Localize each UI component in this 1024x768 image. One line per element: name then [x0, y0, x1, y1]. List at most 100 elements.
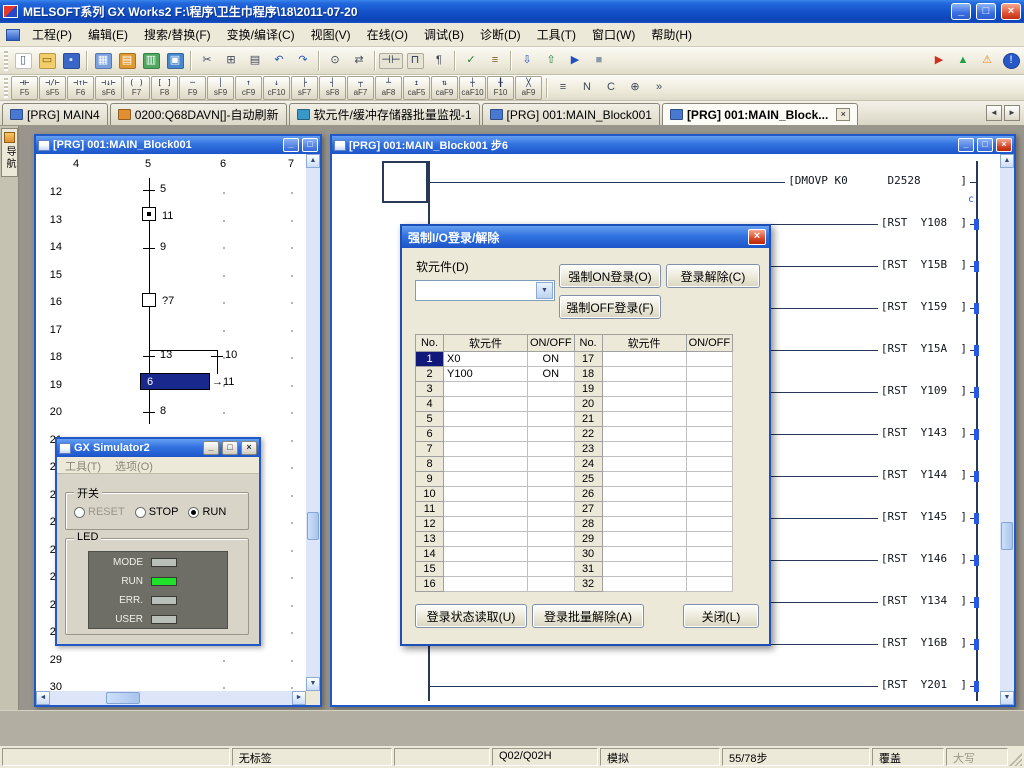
fio-onoff-cell[interactable]: [528, 472, 575, 487]
fio-device-cell[interactable]: [602, 472, 686, 487]
device-comment-button[interactable]: ¶: [427, 49, 451, 73]
fio-onoff-cell[interactable]: [686, 457, 733, 472]
fio-device-cell[interactable]: [602, 577, 686, 592]
document-tab-4[interactable]: [PRG] 001:MAIN_Block001: [482, 103, 660, 125]
ladder-key-sF8-button[interactable]: ┤sF8: [319, 76, 346, 100]
fio-row-number[interactable]: 4: [416, 397, 444, 412]
fio-row-number[interactable]: 3: [416, 382, 444, 397]
parameter-button[interactable]: ▤: [115, 49, 139, 73]
fio-onoff-cell[interactable]: [686, 472, 733, 487]
toolbar-grip[interactable]: [4, 51, 8, 71]
fio-device-cell[interactable]: [602, 352, 686, 367]
menu-convert-compile[interactable]: 变换/编译(C): [219, 23, 303, 46]
fio-row-number[interactable]: 12: [416, 517, 444, 532]
fio-device-cell[interactable]: [444, 562, 528, 577]
fio-onoff-cell[interactable]: [528, 427, 575, 442]
maximize-button[interactable]: □: [976, 3, 996, 20]
error-button[interactable]: ⚠: [975, 49, 999, 73]
vertical-scrollbar[interactable]: ▲▼: [306, 154, 320, 691]
menu-diagnostics[interactable]: 诊断(D): [472, 23, 529, 46]
document-tab-5[interactable]: [PRG] 001:MAIN_Block...×: [662, 103, 858, 125]
fio-row-number[interactable]: 22: [574, 427, 602, 442]
fio-onoff-cell[interactable]: [686, 547, 733, 562]
simulator-close-button[interactable]: ×: [241, 441, 257, 455]
menu-online[interactable]: 在线(O): [359, 23, 416, 46]
ladder-restore-button[interactable]: □: [977, 138, 993, 152]
fio-device-cell[interactable]: [602, 562, 686, 577]
instruction-y16b[interactable]: [RST Y16B ]: [878, 636, 970, 649]
find-button[interactable]: ⊙: [323, 49, 347, 73]
fio-row-number[interactable]: 13: [416, 532, 444, 547]
fio-onoff-cell[interactable]: [686, 382, 733, 397]
fio-device-cell[interactable]: [444, 397, 528, 412]
fio-row-number[interactable]: 31: [574, 562, 602, 577]
ladder-cursor-cell[interactable]: [382, 161, 428, 203]
ladder-key-sF6-button[interactable]: ⊣↓⊢sF6: [95, 76, 122, 100]
fio-row-number[interactable]: 9: [416, 472, 444, 487]
fio-device-cell[interactable]: X0: [444, 352, 528, 367]
force-on-register-button[interactable]: 强制ON登录(O): [559, 264, 661, 288]
read-register-status-button[interactable]: 登录状态读取(U): [415, 604, 527, 628]
horizontal-scrollbar[interactable]: ◄►: [36, 691, 306, 705]
menu-view[interactable]: 视图(V): [303, 23, 359, 46]
fio-onoff-cell[interactable]: [686, 562, 733, 577]
fio-onoff-cell[interactable]: [528, 502, 575, 517]
force-off-register-button[interactable]: 强制OFF登录(F): [559, 295, 661, 319]
dialog-close-action-button[interactable]: 关闭(L): [683, 604, 759, 628]
register-cancel-button[interactable]: 登录解除(C): [666, 264, 760, 288]
ladder-key-aF7-button[interactable]: ┬aF7: [347, 76, 374, 100]
fio-row-number[interactable]: 21: [574, 412, 602, 427]
fio-onoff-cell[interactable]: [686, 367, 733, 382]
close-button[interactable]: ×: [1001, 3, 1021, 20]
fio-onoff-cell[interactable]: ON: [528, 367, 575, 382]
sfc-jump[interactable]: →11: [212, 376, 234, 388]
fio-device-cell[interactable]: [444, 472, 528, 487]
scroll-down-icon[interactable]: ▼: [306, 677, 320, 691]
replace-button[interactable]: ⇄: [347, 49, 371, 73]
device-monitor-button[interactable]: ▣: [163, 49, 187, 73]
sfc-transition[interactable]: [211, 356, 223, 357]
sfc-maximize-button[interactable]: □: [302, 138, 318, 152]
zoom-button[interactable]: ⊕: [623, 76, 647, 100]
instruction-y134[interactable]: [RST Y134 ]: [878, 594, 970, 607]
fio-row-number[interactable]: 30: [574, 547, 602, 562]
simulator-maximize-button[interactable]: □: [222, 441, 238, 455]
fio-onoff-cell[interactable]: [528, 487, 575, 502]
fio-onoff-cell[interactable]: [528, 442, 575, 457]
fio-row-number[interactable]: 10: [416, 487, 444, 502]
fio-row-number[interactable]: 17: [574, 352, 602, 367]
fio-onoff-cell[interactable]: [686, 577, 733, 592]
fio-device-cell[interactable]: [602, 517, 686, 532]
undo-button[interactable]: ↶: [267, 49, 291, 73]
menu-edit[interactable]: 编辑(E): [80, 23, 136, 46]
fio-row-number[interactable]: 25: [574, 472, 602, 487]
ladder-close-button[interactable]: ×: [996, 138, 1012, 152]
device-combobox[interactable]: ▼: [415, 280, 555, 301]
monitor-stop-button[interactable]: ■: [587, 49, 611, 73]
sfc-step[interactable]: [142, 293, 156, 307]
fio-device-cell[interactable]: Y100: [444, 367, 528, 382]
switch-radio-stop[interactable]: STOP: [135, 506, 179, 518]
note-button[interactable]: N: [575, 76, 599, 100]
fio-onoff-cell[interactable]: [686, 532, 733, 547]
menu-project[interactable]: 工程(P): [24, 23, 80, 46]
new-project-button[interactable]: ▯: [11, 49, 35, 73]
fio-device-cell[interactable]: [444, 442, 528, 457]
fio-row-number[interactable]: 23: [574, 442, 602, 457]
combo-dropdown-icon[interactable]: ▼: [536, 282, 553, 299]
fio-device-cell[interactable]: [444, 412, 528, 427]
fio-device-cell[interactable]: [444, 532, 528, 547]
fio-row-number[interactable]: 28: [574, 517, 602, 532]
redo-button[interactable]: ↷: [291, 49, 315, 73]
scroll-up-icon[interactable]: ▲: [1000, 154, 1014, 168]
instruction-y109[interactable]: [RST Y109 ]: [878, 384, 970, 397]
fio-onoff-cell[interactable]: ON: [528, 352, 575, 367]
fio-device-cell[interactable]: [602, 487, 686, 502]
simulator-minimize-button[interactable]: _: [203, 441, 219, 455]
fio-device-cell[interactable]: [444, 547, 528, 562]
fio-device-cell[interactable]: [602, 457, 686, 472]
scrollbar-thumb[interactable]: [1001, 522, 1013, 550]
tab-scroll-right-icon[interactable]: ►: [1004, 105, 1020, 121]
ladder-key-F10-button[interactable]: ╂F10: [487, 76, 514, 100]
dialog-close-button[interactable]: ×: [748, 229, 766, 245]
